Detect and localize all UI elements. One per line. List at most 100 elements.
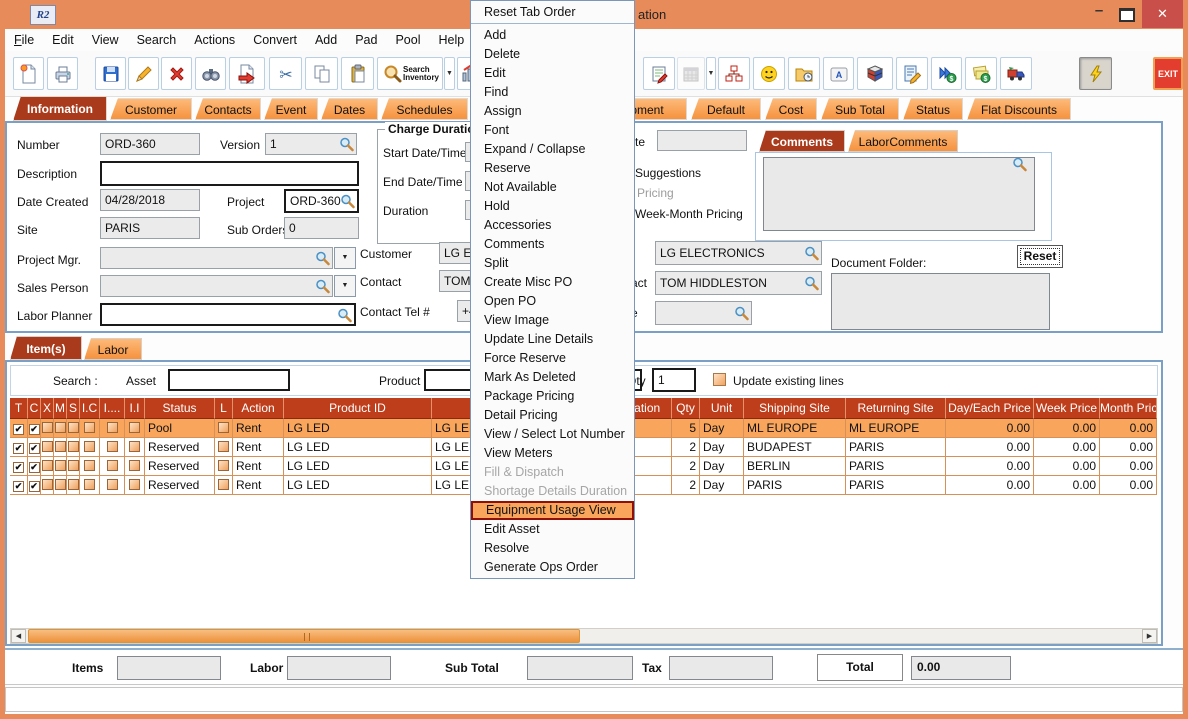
unchecked-checkbox-icon[interactable] [107,422,118,433]
site-field[interactable]: PARIS [100,217,200,239]
description-field[interactable] [100,161,359,186]
menu-search[interactable]: Search [128,29,186,51]
tab-labor[interactable]: Labor [84,338,142,360]
menu-item-font[interactable]: Font [471,121,634,140]
cell-s[interactable] [67,476,80,495]
column-header-i-c[interactable]: I.C [80,398,100,419]
comments-lookup[interactable] [1007,153,1029,175]
menu-item-update-line-details[interactable]: Update Line Details [471,330,634,349]
availability-cube-button[interactable] [857,57,893,90]
cell-i-i[interactable] [125,457,145,476]
column-header-i[interactable]: I.... [100,398,125,419]
notes-edit-button[interactable] [643,57,675,90]
menu-item-force-reserve[interactable]: Force Reserve [471,349,634,368]
unchecked-checkbox-icon[interactable] [129,460,140,471]
cell-l[interactable] [215,438,233,457]
cell-c[interactable]: ✔ [28,419,41,438]
checked-checkbox-icon[interactable]: ✔ [29,424,40,435]
unchecked-checkbox-icon[interactable] [68,441,79,452]
menu-item-mark-as-deleted[interactable]: Mark As Deleted [471,368,634,387]
cell-i-c[interactable] [80,419,100,438]
unchecked-checkbox-icon[interactable] [84,460,95,471]
unchecked-checkbox-icon[interactable] [42,422,53,433]
menu-actions[interactable]: Actions [185,29,244,51]
cell-m[interactable] [54,457,67,476]
print-button[interactable] [47,57,78,90]
cell-x[interactable] [41,438,54,457]
unchecked-checkbox-icon[interactable] [68,460,79,471]
magnifier-icon[interactable] [804,246,819,261]
week-month-pricing-option-label[interactable]: Week-Month Pricing [635,207,743,221]
magnifier-icon[interactable] [734,306,749,321]
menu-edit[interactable]: Edit [43,29,83,51]
version-field[interactable]: 1 [265,133,357,155]
price-notes-button[interactable]: $ [965,57,997,90]
cell-i-i[interactable] [125,476,145,495]
cell-t[interactable]: ✔ [10,419,28,438]
contacts-button[interactable] [753,57,785,90]
calendar-dropdown[interactable]: ▼ [706,57,716,90]
cell-c[interactable]: ✔ [28,476,41,495]
column-header-returning-site[interactable]: Returning Site [846,398,946,419]
checked-checkbox-icon[interactable]: ✔ [29,462,40,473]
reset-button[interactable]: Reset [1017,245,1063,268]
cell-i-i[interactable] [125,419,145,438]
unchecked-checkbox-icon[interactable] [218,479,229,490]
tab-items[interactable]: Item(s) [10,336,82,360]
menu-item-reset-tab-order[interactable]: Reset Tab Order [471,3,634,22]
calendar-button[interactable] [677,57,705,90]
unchecked-checkbox-icon[interactable] [107,479,118,490]
tab-schedules[interactable]: Schedules [381,98,468,120]
cell-x[interactable] [41,476,54,495]
cell-t[interactable]: ✔ [10,438,28,457]
scroll-right-arrow[interactable]: ▶ [1142,629,1157,643]
cell-i[interactable] [100,438,125,457]
venue-field[interactable] [655,301,752,325]
menu-item-delete[interactable]: Delete [471,45,634,64]
menu-item-edit-asset[interactable]: Edit Asset [471,520,634,539]
tab-event[interactable]: Event [264,98,318,120]
menu-item-generate-ops-order[interactable]: Generate Ops Order [471,558,634,577]
edit-button[interactable] [128,57,159,90]
tab-status[interactable]: Status [903,98,963,120]
quick-action-button[interactable] [1079,57,1112,90]
cut-button[interactable]: ✂ [269,57,302,90]
column-header-t[interactable]: T [10,398,28,419]
search-inventory-button[interactable]: Search Inventory [377,57,443,90]
column-header-s[interactable]: S [67,398,80,419]
menu-pad[interactable]: Pad [346,29,386,51]
cell-i[interactable] [100,419,125,438]
checked-checkbox-icon[interactable]: ✔ [29,481,40,492]
unchecked-checkbox-icon[interactable] [68,479,79,490]
edit-details-button[interactable] [896,57,928,90]
export-button[interactable] [229,57,265,90]
number-field[interactable]: ORD-360 [100,133,200,155]
menu-item-package-pricing[interactable]: Package Pricing [471,387,634,406]
menu-item-assign[interactable]: Assign [471,102,634,121]
menu-item-view-image[interactable]: View Image [471,311,634,330]
tab-flat-discounts[interactable]: Flat Discounts [967,98,1071,120]
column-header-unit[interactable]: Unit [700,398,744,419]
unchecked-checkbox-icon[interactable] [129,441,140,452]
unchecked-checkbox-icon[interactable] [129,422,140,433]
menu-file[interactable]: File [5,29,43,51]
menu-item-add[interactable]: Add [471,26,634,45]
menu-item-detail-pricing[interactable]: Detail Pricing [471,406,634,425]
checked-checkbox-icon[interactable]: ✔ [29,443,40,454]
cell-s[interactable] [67,419,80,438]
sub-orders-field[interactable]: 0 [284,217,359,239]
project-mgr-dropdown[interactable]: ▼ [334,247,356,269]
menu-item-hold[interactable]: Hold [471,197,634,216]
menu-item-resolve[interactable]: Resolve [471,539,634,558]
menu-convert[interactable]: Convert [244,29,306,51]
tab-customer[interactable]: Customer [110,98,192,120]
document-folder-box[interactable] [831,273,1050,330]
tab-default[interactable]: Default [691,98,761,120]
cell-i-c[interactable] [80,457,100,476]
new-document-button[interactable] [13,57,44,90]
close-button[interactable]: ✕ [1142,0,1183,28]
column-header-shipping-site[interactable]: Shipping Site [744,398,846,419]
org-chart-button[interactable] [718,57,750,90]
menu-item-equipment-usage-view[interactable]: Equipment Usage View [471,501,634,520]
keyboard-button[interactable]: A [823,57,854,90]
